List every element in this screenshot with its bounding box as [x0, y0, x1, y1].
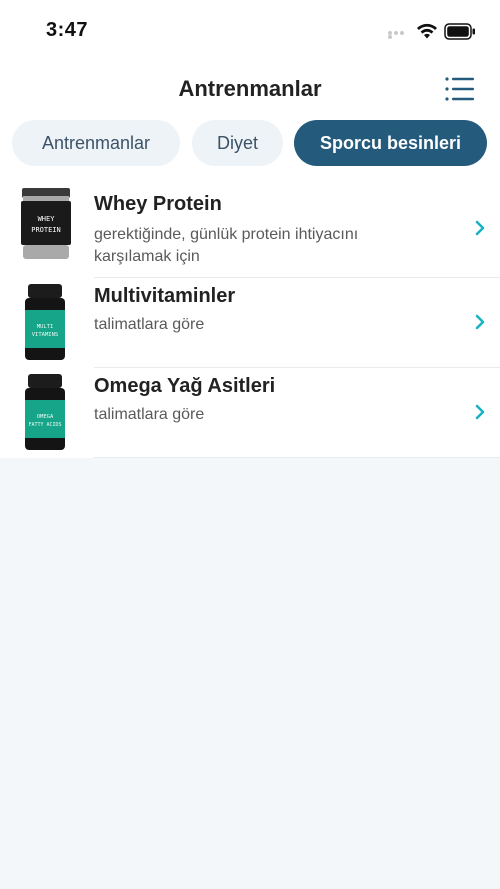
tub-label-line2: PROTEIN [31, 226, 61, 234]
list-item-multivitaminler[interactable]: MULTI VITAMINS Multivitaminler talimatla… [0, 278, 500, 368]
bottle-label-line2: VITAMINS [32, 332, 59, 338]
item-subtitle: gerektiğinde, günlük protein ihtiyacını … [94, 226, 359, 265]
menu-button[interactable] [440, 74, 476, 104]
divider [94, 457, 500, 458]
tub-label-line1: WHEY [38, 215, 56, 223]
chevron-right-icon [475, 220, 485, 236]
list-menu-icon [445, 77, 474, 101]
multivitamin-bottle-image: MULTI VITAMINS [25, 284, 65, 360]
bottle-label-line1: OMEGA [37, 414, 54, 420]
whey-protein-tub-image: WHEY PROTEIN [21, 188, 71, 259]
status-time: 3:47 [46, 19, 89, 41]
list-item-omega-yag-asitleri[interactable]: OMEGA FATTY ACIDS Omega Yağ Asitleri tal… [0, 368, 500, 458]
tab-sporcu-besinleri[interactable]: Sporcu besinleri [294, 120, 487, 166]
bottle-label-line2: FATTY ACIDS [28, 422, 61, 428]
item-subtitle: talimatlara göre [94, 316, 205, 333]
list-item-whey-protein[interactable]: WHEY PROTEIN Whey Protein gerektiğinde, … [0, 186, 500, 278]
page-title: Antrenmanlar [178, 76, 322, 101]
status-bar: 3:47 [0, 0, 500, 60]
item-title: Multivitaminler [94, 285, 236, 307]
item-title: Omega Yağ Asitleri [94, 375, 276, 397]
category-tabs: Antrenmanlar Diyet Sporcu besinleri [0, 120, 500, 168]
item-title: Whey Protein [94, 193, 222, 215]
signal-icon [388, 31, 410, 39]
wifi-icon [417, 23, 437, 39]
tab-antrenmanlar[interactable]: Antrenmanlar [12, 120, 180, 166]
omega-bottle-image: OMEGA FATTY ACIDS [25, 374, 65, 450]
bottle-label-line1: MULTI [37, 324, 54, 330]
item-subtitle: talimatlara göre [94, 406, 205, 423]
chevron-right-icon [475, 314, 485, 330]
chevron-right-icon [475, 404, 485, 420]
navigation-header: Antrenmanlar [0, 62, 500, 116]
tab-diyet[interactable]: Diyet [192, 120, 283, 166]
battery-icon [444, 23, 475, 40]
